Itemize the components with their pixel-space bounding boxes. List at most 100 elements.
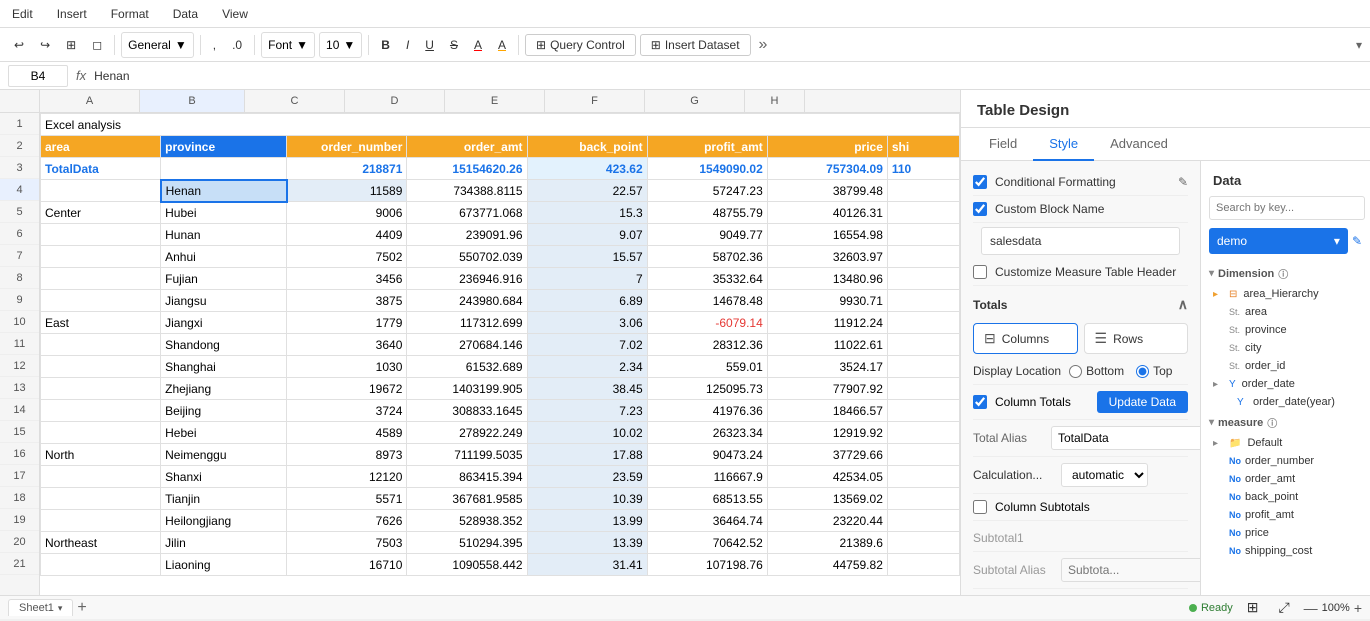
update-data-button[interactable]: Update Data bbox=[1097, 391, 1188, 413]
conditional-formatting-checkbox[interactable] bbox=[973, 175, 987, 189]
cell-r14-order-amt[interactable]: 308833.1645 bbox=[407, 400, 527, 422]
tab-field[interactable]: Field bbox=[973, 128, 1033, 161]
cell-r8-province[interactable]: Fujian bbox=[161, 268, 287, 290]
cell-r15-back-point[interactable]: 10.02 bbox=[527, 422, 647, 444]
col-header-e[interactable]: E bbox=[445, 90, 545, 112]
cell-r6-shi[interactable] bbox=[887, 224, 959, 246]
cell-r8-order-amt[interactable]: 236946.916 bbox=[407, 268, 527, 290]
cell-r13-province[interactable]: Zhejiang bbox=[161, 378, 287, 400]
cell-r17-area[interactable] bbox=[41, 466, 161, 488]
hdr-order-number[interactable]: order_number bbox=[287, 136, 407, 158]
data-search-input[interactable] bbox=[1209, 196, 1365, 220]
cell-r20-shi[interactable] bbox=[887, 532, 959, 554]
cell-r8-shi[interactable] bbox=[887, 268, 959, 290]
insert-dataset-button[interactable]: ⊞ Insert Dataset bbox=[640, 34, 751, 56]
cell-r11-price[interactable]: 11022.61 bbox=[767, 334, 887, 356]
cell-r16-price[interactable]: 37729.66 bbox=[767, 444, 887, 466]
top-radio-label[interactable]: Top bbox=[1136, 364, 1172, 378]
cell-r14-area[interactable] bbox=[41, 400, 161, 422]
cell-r19-province[interactable]: Heilongjiang bbox=[161, 510, 287, 532]
cell-r21-order-amt[interactable]: 1090558.442 bbox=[407, 554, 527, 576]
measure-item-back-point[interactable]: No back_point bbox=[1201, 488, 1370, 506]
cell-r9-shi[interactable] bbox=[887, 290, 959, 312]
cell-r8-back-point[interactable]: 7 bbox=[527, 268, 647, 290]
cell-r21-shi[interactable] bbox=[887, 554, 959, 576]
hdr-price[interactable]: price bbox=[767, 136, 887, 158]
cell-r18-back-point[interactable]: 10.39 bbox=[527, 488, 647, 510]
cell-r20-price[interactable]: 21389.6 bbox=[767, 532, 887, 554]
cell-r5-area[interactable]: Center bbox=[41, 202, 161, 224]
menu-edit[interactable]: Edit bbox=[8, 5, 37, 23]
cell-r13-shi[interactable] bbox=[887, 378, 959, 400]
more-tools-button[interactable]: » bbox=[755, 36, 772, 54]
num1-button[interactable]: , bbox=[207, 32, 222, 58]
fullscreen-button[interactable]: ⊞ bbox=[1241, 595, 1265, 621]
cell-r12-area[interactable] bbox=[41, 356, 161, 378]
cell-r11-area[interactable] bbox=[41, 334, 161, 356]
col-header-b[interactable]: B bbox=[140, 90, 245, 112]
cell-r11-back-point[interactable]: 7.02 bbox=[527, 334, 647, 356]
bottom-radio-label[interactable]: Bottom bbox=[1069, 364, 1124, 378]
bold-button[interactable]: B bbox=[375, 32, 396, 58]
cell-r17-order-num[interactable]: 12120 bbox=[287, 466, 407, 488]
rows-option[interactable]: ☰ Rows bbox=[1084, 323, 1189, 354]
cell-r10-province[interactable]: Jiangxi bbox=[161, 312, 287, 334]
cell-r15-shi[interactable] bbox=[887, 422, 959, 444]
cell-r21-back-point[interactable]: 31.41 bbox=[527, 554, 647, 576]
cell-totaldata-area[interactable]: TotalData bbox=[41, 158, 161, 180]
cell-totaldata-back-point[interactable]: 423.62 bbox=[527, 158, 647, 180]
cell-r4-price[interactable]: 38799.48 bbox=[767, 180, 887, 202]
cell-r20-back-point[interactable]: 13.39 bbox=[527, 532, 647, 554]
hdr-shi[interactable]: shi bbox=[887, 136, 959, 158]
format-dropdown[interactable]: General ▼ bbox=[121, 32, 194, 58]
cell-r8-order-num[interactable]: 3456 bbox=[287, 268, 407, 290]
cell-r19-order-num[interactable]: 7626 bbox=[287, 510, 407, 532]
cell-r15-profit[interactable]: 26323.34 bbox=[647, 422, 767, 444]
cell-r7-province[interactable]: Anhui bbox=[161, 246, 287, 268]
cell-r5-province[interactable]: Hubei bbox=[161, 202, 287, 224]
col-header-a[interactable]: A bbox=[40, 90, 140, 112]
menu-insert[interactable]: Insert bbox=[53, 5, 91, 23]
cell-r6-back-point[interactable]: 9.07 bbox=[527, 224, 647, 246]
cell-r6-order-amt[interactable]: 239091.96 bbox=[407, 224, 527, 246]
menu-view[interactable]: View bbox=[218, 5, 252, 23]
dim-item-province[interactable]: St. province bbox=[1201, 321, 1370, 339]
col-header-g[interactable]: G bbox=[645, 90, 745, 112]
cell-r7-profit[interactable]: 58702.36 bbox=[647, 246, 767, 268]
cell-r5-shi[interactable] bbox=[887, 202, 959, 224]
cell-r14-order-num[interactable]: 3724 bbox=[287, 400, 407, 422]
top-radio[interactable] bbox=[1136, 365, 1149, 378]
cell-r8-profit[interactable]: 35332.64 bbox=[647, 268, 767, 290]
cell-r17-province[interactable]: Shanxi bbox=[161, 466, 287, 488]
cell-r12-order-num[interactable]: 1030 bbox=[287, 356, 407, 378]
column-totals-checkbox[interactable] bbox=[973, 395, 987, 409]
cell-r11-order-amt[interactable]: 270684.146 bbox=[407, 334, 527, 356]
cell-r16-order-num[interactable]: 8973 bbox=[287, 444, 407, 466]
underline-button[interactable]: U bbox=[419, 32, 440, 58]
cell-r10-profit[interactable]: -6079.14 bbox=[647, 312, 767, 334]
zoom-minus-button[interactable]: — bbox=[1304, 600, 1318, 616]
tab-advanced[interactable]: Advanced bbox=[1094, 128, 1184, 161]
calculation-select[interactable]: automatic bbox=[1061, 463, 1148, 487]
redo-button[interactable]: ↪ bbox=[34, 32, 56, 58]
measure-expand-icon[interactable]: ▾ bbox=[1209, 417, 1214, 428]
cell-r18-area[interactable] bbox=[41, 488, 161, 510]
columns-option[interactable]: ⊟ Columns bbox=[973, 323, 1078, 354]
cell-r19-back-point[interactable]: 13.99 bbox=[527, 510, 647, 532]
cell-r20-order-num[interactable]: 7503 bbox=[287, 532, 407, 554]
cell-r16-order-amt[interactable]: 711199.5035 bbox=[407, 444, 527, 466]
cell-r20-order-amt[interactable]: 510294.395 bbox=[407, 532, 527, 554]
cell-r21-order-num[interactable]: 16710 bbox=[287, 554, 407, 576]
cell-r15-price[interactable]: 12919.92 bbox=[767, 422, 887, 444]
cell-r8-price[interactable]: 13480.96 bbox=[767, 268, 887, 290]
measure-item-order-number[interactable]: No order_number bbox=[1201, 452, 1370, 470]
cell-r5-profit[interactable]: 48755.79 bbox=[647, 202, 767, 224]
cell-r18-order-amt[interactable]: 367681.9585 bbox=[407, 488, 527, 510]
edit-datasource-icon[interactable]: ✎ bbox=[1352, 234, 1362, 248]
measure-item-shipping-cost[interactable]: No shipping_cost bbox=[1201, 542, 1370, 560]
cell-r19-price[interactable]: 23220.44 bbox=[767, 510, 887, 532]
salesdata-input[interactable] bbox=[981, 227, 1180, 255]
cell-r17-profit[interactable]: 116667.9 bbox=[647, 466, 767, 488]
cell-r15-order-num[interactable]: 4589 bbox=[287, 422, 407, 444]
cell-r9-order-num[interactable]: 3875 bbox=[287, 290, 407, 312]
